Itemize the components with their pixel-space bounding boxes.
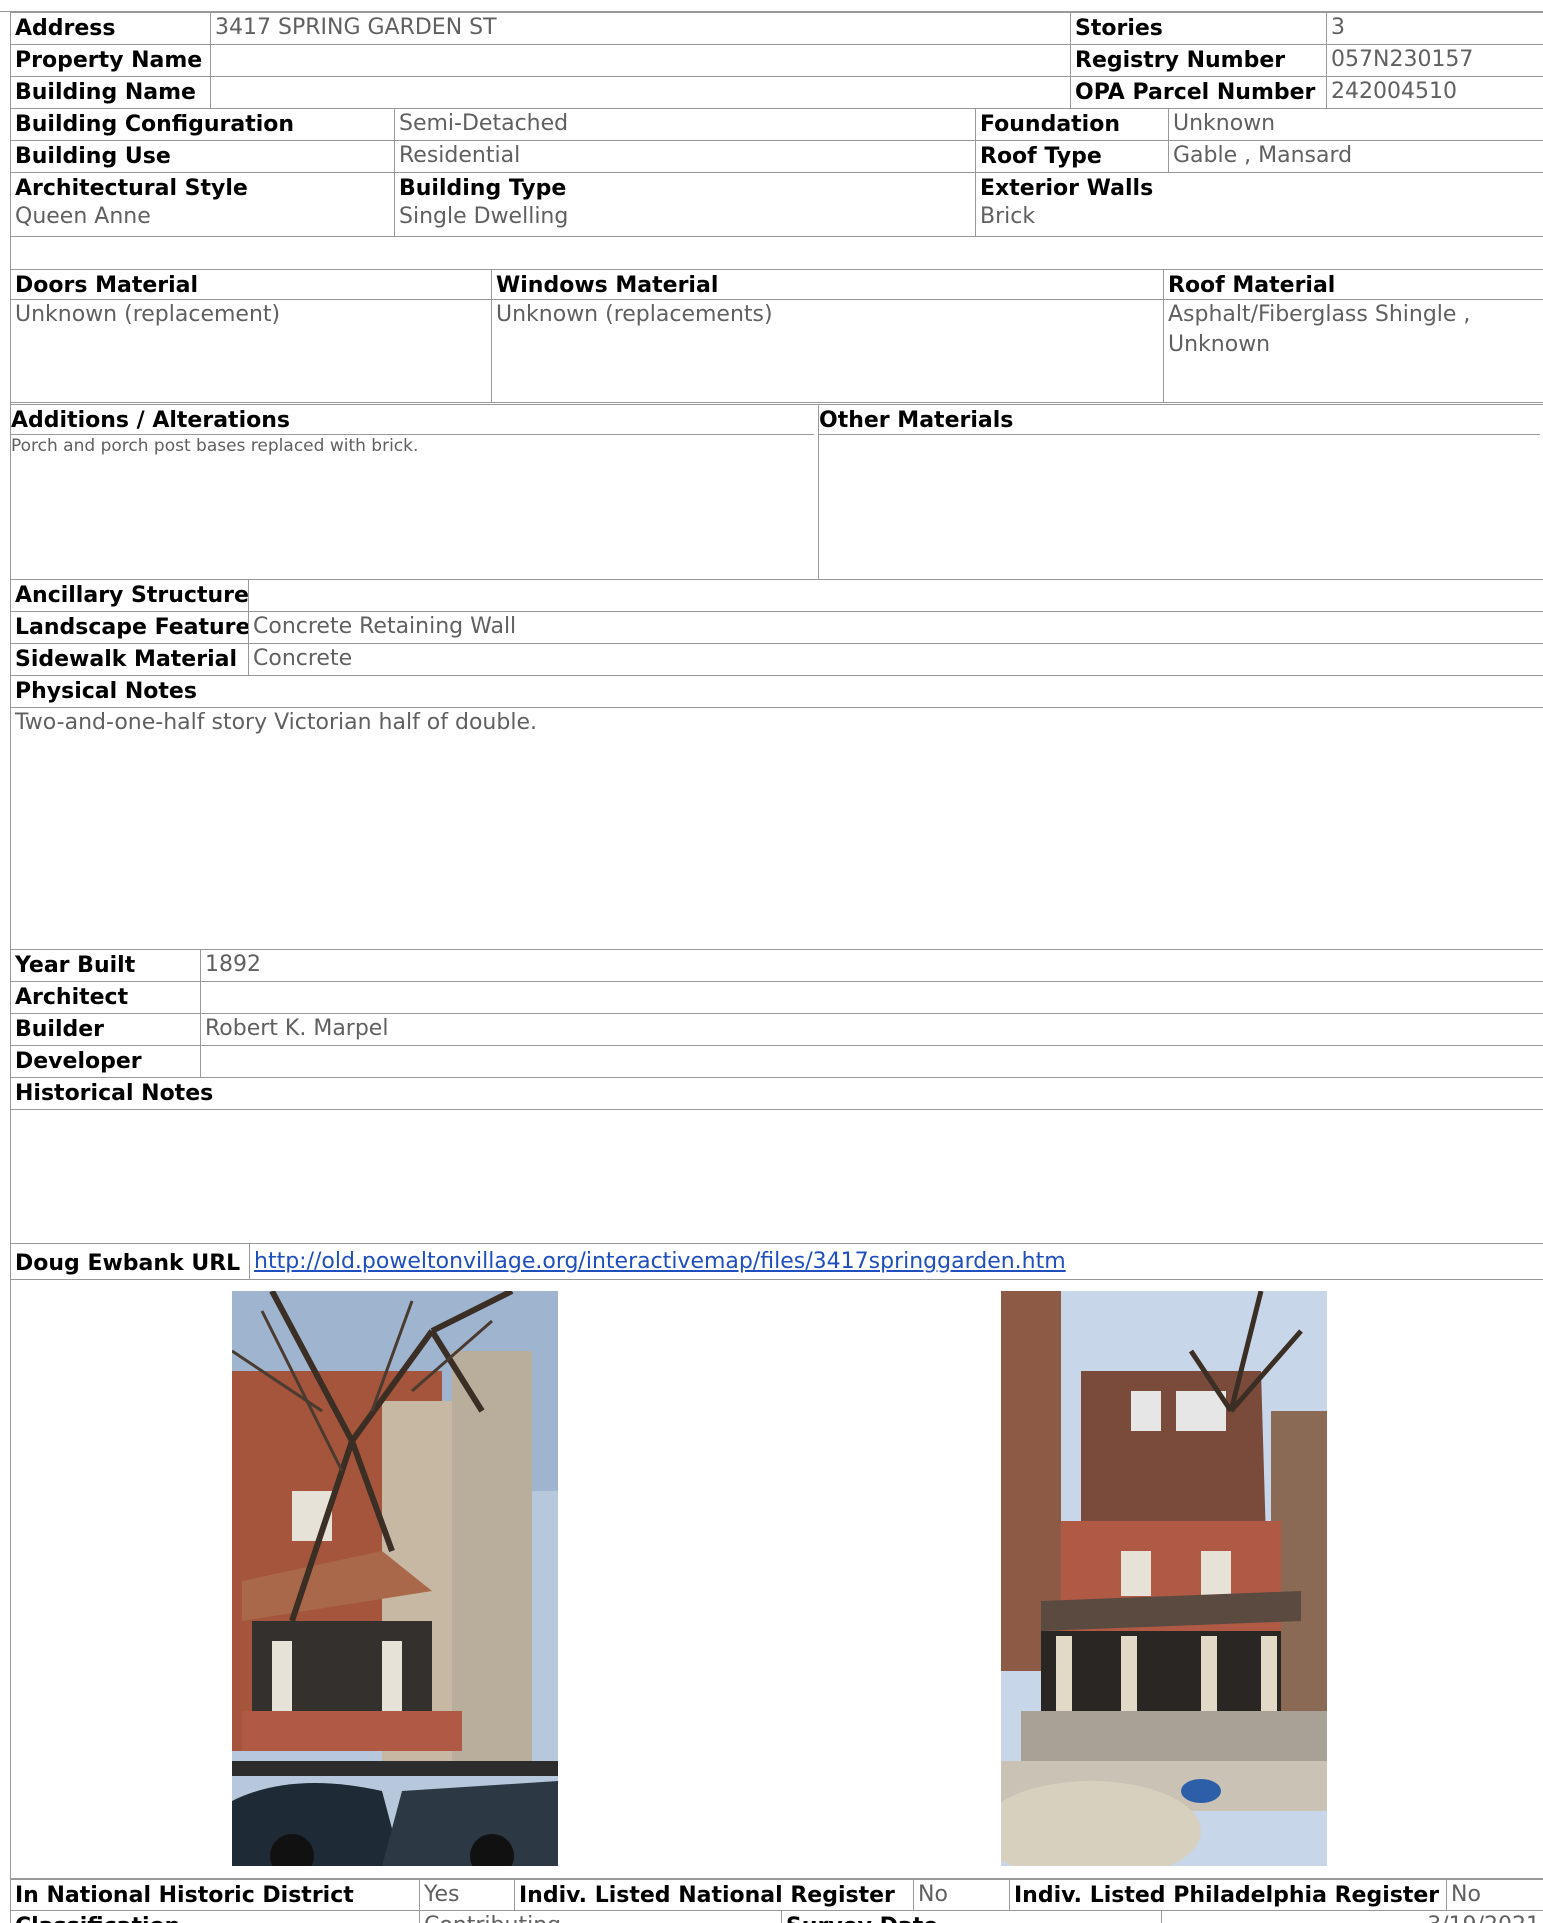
indiv-philadelphia-register-value: No: [1451, 1882, 1481, 1907]
building-type-label: Building Type: [399, 176, 567, 201]
doug-ewbank-url-link[interactable]: http://old.poweltonvillage.org/interacti…: [254, 1249, 1066, 1274]
roof-type-label: Roof Type: [980, 144, 1102, 169]
stories-label: Stories: [1075, 16, 1163, 41]
other-materials-label: Other Materials: [819, 408, 1540, 435]
row-doug-ewbank-url: Doug Ewbank URL http://old.poweltonvilla…: [11, 1244, 1543, 1280]
physical-notes-value: Two-and-one-half story Victorian half of…: [15, 710, 537, 735]
row-sidewalk-material: Sidewalk Material Concrete: [11, 644, 1543, 676]
physical-notes-header: Physical Notes: [11, 676, 1543, 708]
building-photo-side-image: [232, 1291, 558, 1866]
row-classification: Classification Contributing Survey Date …: [11, 1911, 1543, 1923]
architect-label: Architect: [15, 985, 129, 1010]
property-survey-form: Address 3417 SPRING GARDEN ST Stories 3 …: [10, 12, 1543, 1923]
developer-label: Developer: [15, 1049, 142, 1074]
additions-alterations-value: Porch and porch post bases replaced with…: [11, 436, 419, 456]
roof-material-value: Asphalt/Fiberglass Shingle , Unknown: [1168, 302, 1471, 357]
physical-notes-label: Physical Notes: [15, 679, 197, 704]
survey-date-label: Survey Date: [786, 1914, 1157, 1923]
opa-parcel-number-label: OPA Parcel Number: [1075, 80, 1316, 105]
historical-notes-body: [11, 1110, 1543, 1244]
opa-parcel-number-value: 242004510: [1331, 79, 1457, 104]
row-property-name: Property Name Registry Number 057N230157: [11, 45, 1543, 77]
row-building-use: Building Use Residential Roof Type Gable…: [11, 141, 1543, 173]
foundation-label: Foundation: [980, 112, 1121, 137]
row-year-built: Year Built 1892: [11, 950, 1543, 982]
exterior-walls-value: Brick: [980, 204, 1036, 229]
row-builder: Builder Robert K. Marpel: [11, 1014, 1543, 1046]
row-ancillary-structures: Ancillary Structures: [11, 580, 1543, 612]
building-use-value: Residential: [399, 143, 521, 168]
doors-material-value: Unknown (replacement): [15, 302, 281, 327]
classification-label: Classification: [15, 1914, 415, 1923]
stories-value: 3: [1331, 15, 1345, 40]
sidewalk-material-value: Concrete: [253, 646, 353, 671]
building-type-value: Single Dwelling: [399, 204, 569, 229]
additions-alterations-label: Additions / Alterations: [11, 408, 814, 435]
survey-date-value: 3/19/2021: [1166, 1914, 1540, 1923]
row-building-name: Building Name OPA Parcel Number 24200451…: [11, 77, 1543, 109]
building-photo-front-image: [1001, 1291, 1327, 1866]
year-built-label: Year Built: [15, 953, 136, 978]
row-address: Address 3417 SPRING GARDEN ST Stories 3: [11, 13, 1543, 45]
property-name-label: Property Name: [15, 48, 203, 73]
historical-notes-label: Historical Notes: [15, 1081, 214, 1106]
address-label: Address: [15, 16, 116, 41]
physical-notes-body: Two-and-one-half story Victorian half of…: [11, 708, 1543, 950]
foundation-value: Unknown: [1173, 111, 1276, 136]
landscape-features-label: Landscape Features: [15, 615, 249, 640]
architectural-style-label: Architectural Style: [15, 176, 248, 201]
address-value: 3417 SPRING GARDEN ST: [215, 15, 497, 40]
roof-type-value: Gable , Mansard: [1173, 143, 1353, 168]
historical-notes-header: Historical Notes: [11, 1078, 1543, 1110]
row-architect: Architect: [11, 982, 1543, 1014]
windows-material-label: Windows Material: [492, 273, 1163, 300]
ancillary-structures-label: Ancillary Structures: [15, 583, 249, 608]
exterior-walls-label: Exterior Walls: [980, 176, 1154, 201]
landscape-features-value: Concrete Retaining Wall: [253, 614, 517, 639]
building-name-label: Building Name: [15, 80, 196, 105]
row-developer: Developer: [11, 1046, 1543, 1078]
indiv-national-register-label: Indiv. Listed National Register: [519, 1883, 895, 1908]
year-built-value: 1892: [205, 952, 261, 977]
row-style-type-walls: Architectural Style Queen Anne Building …: [11, 173, 1543, 237]
builder-value: Robert K. Marpel: [205, 1016, 389, 1041]
doors-material-label: Doors Material: [11, 273, 491, 300]
building-photo-front: [1001, 1291, 1327, 1866]
page-top-strip: [0, 0, 1543, 12]
doug-ewbank-url-label: Doug Ewbank URL: [15, 1251, 241, 1276]
registry-number-label: Registry Number: [1075, 48, 1286, 73]
row-landscape-features: Landscape Features Concrete Retaining Wa…: [11, 612, 1543, 644]
windows-material-value: Unknown (replacements): [496, 302, 773, 327]
sidewalk-material-label: Sidewalk Material: [15, 647, 238, 672]
row-registers: In National Historic District Yes Indiv.…: [11, 1879, 1543, 1911]
architectural-style-value: Queen Anne: [15, 204, 151, 229]
roof-material-label: Roof Material: [1164, 273, 1543, 300]
classification-value: Contributing: [424, 1914, 777, 1923]
row-materials: Doors Material Unknown (replacement) Win…: [11, 269, 1543, 403]
builder-label: Builder: [15, 1017, 105, 1042]
row-building-configuration: Building Configuration Semi-Detached Fou…: [11, 109, 1543, 141]
row-additions: Additions / Alterations Porch and porch …: [11, 404, 1543, 580]
registry-number-value: 057N230157: [1331, 47, 1474, 72]
national-historic-district-label: In National Historic District: [15, 1883, 354, 1908]
indiv-philadelphia-register-label: Indiv. Listed Philadelphia Register: [1014, 1883, 1440, 1908]
indiv-national-register-value: No: [918, 1882, 948, 1907]
building-use-label: Building Use: [15, 144, 171, 169]
building-photo-side: [232, 1291, 558, 1866]
national-historic-district-value: Yes: [424, 1882, 460, 1907]
building-configuration-value: Semi-Detached: [399, 111, 569, 136]
building-configuration-label: Building Configuration: [15, 112, 295, 137]
